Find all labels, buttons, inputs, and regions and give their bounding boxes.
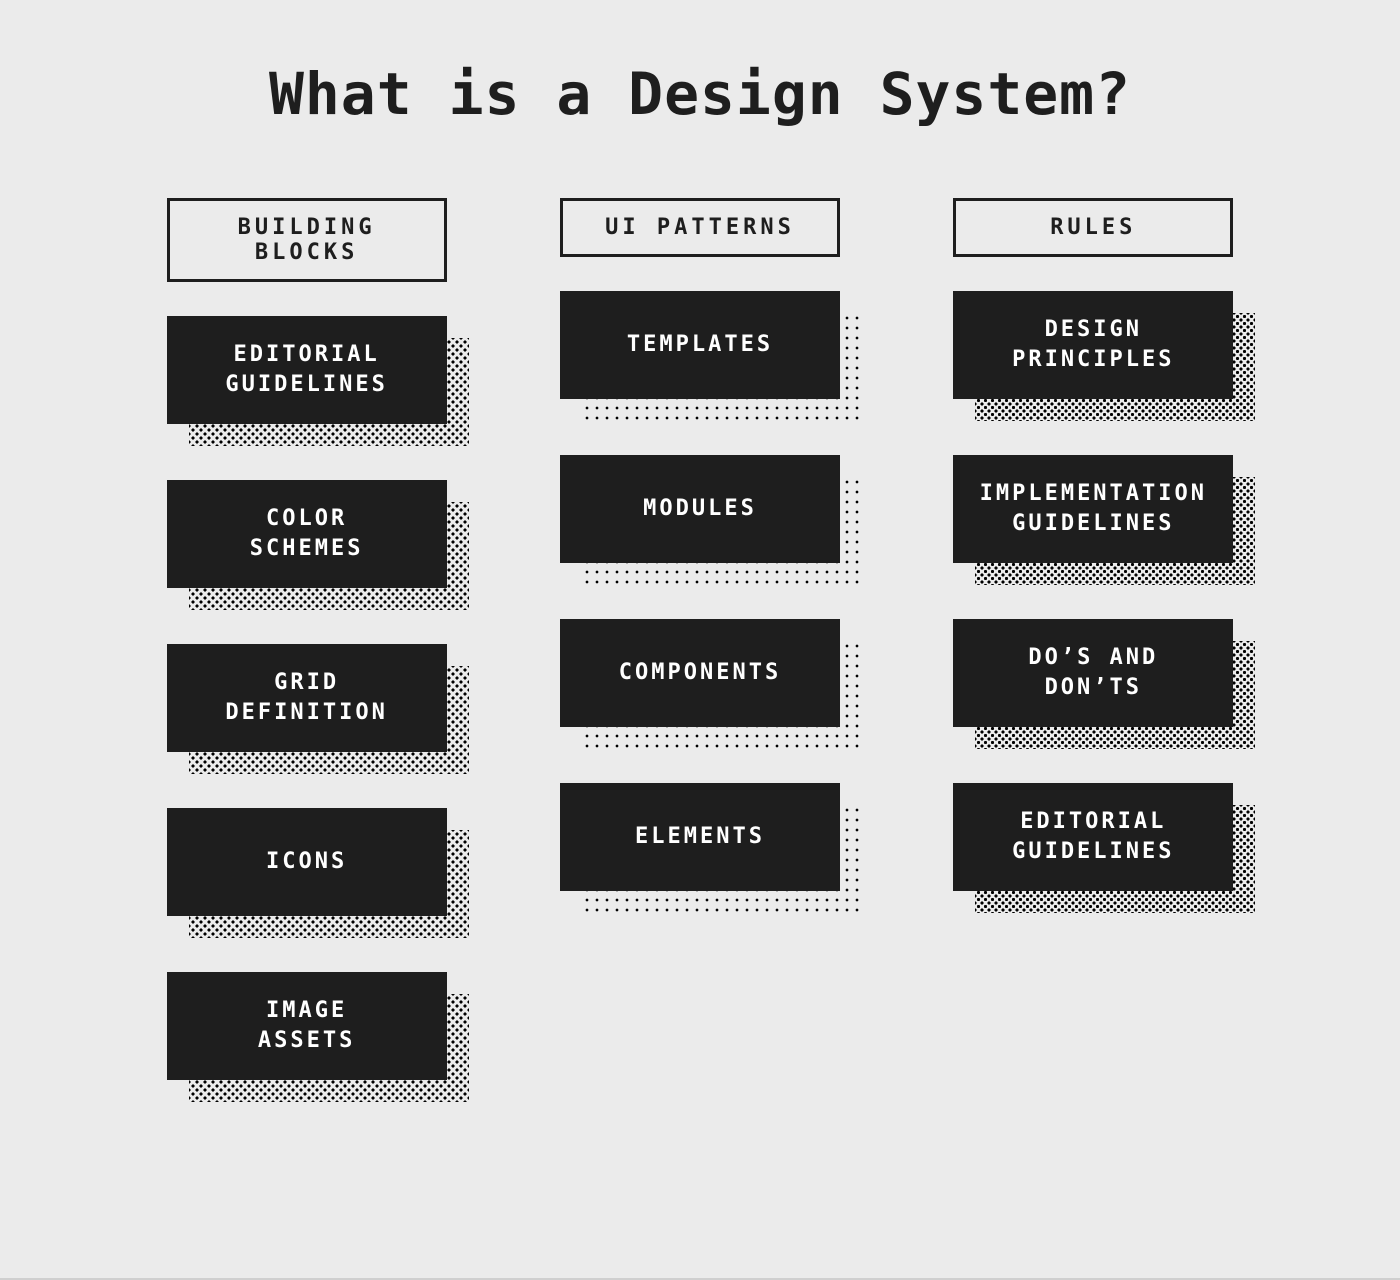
tile-label: COMPONENTS [619, 658, 781, 688]
columns-row: BUILDING BLOCKS EDITORIAL GUIDELINES COL… [140, 198, 1260, 1136]
tile: COLOR SCHEMES [167, 480, 447, 588]
column-header: UI PATTERNS [560, 198, 840, 257]
tile-face: MODULES [560, 455, 840, 563]
tile: IMPLEMENTATION GUIDELINES [953, 455, 1233, 563]
tile: GRID DEFINITION [167, 644, 447, 752]
column-header: BUILDING BLOCKS [167, 198, 447, 282]
tile-label: DESIGN PRINCIPLES [1012, 315, 1174, 374]
column-rules: RULES DESIGN PRINCIPLES IMPLEMENTATION G… [927, 198, 1260, 947]
tile-label: TEMPLATES [627, 330, 773, 360]
tile: DESIGN PRINCIPLES [953, 291, 1233, 399]
tile: IMAGE ASSETS [167, 972, 447, 1080]
tile-label: DO’S AND DON’TS [1028, 643, 1158, 702]
tile-face: EDITORIAL GUIDELINES [167, 316, 447, 424]
tile-face: COMPONENTS [560, 619, 840, 727]
tile-label: IMPLEMENTATION GUIDELINES [980, 479, 1207, 538]
tile-label: EDITORIAL GUIDELINES [225, 340, 387, 399]
tile-face: TEMPLATES [560, 291, 840, 399]
tile-face: DESIGN PRINCIPLES [953, 291, 1233, 399]
tile-face: ICONS [167, 808, 447, 916]
tile: EDITORIAL GUIDELINES [167, 316, 447, 424]
column-ui-patterns: UI PATTERNS TEMPLATES MODULES COMPONENTS [533, 198, 866, 947]
page-title: What is a Design System? [140, 60, 1260, 128]
tile-face: COLOR SCHEMES [167, 480, 447, 588]
tile: MODULES [560, 455, 840, 563]
tile-face: IMAGE ASSETS [167, 972, 447, 1080]
column-building-blocks: BUILDING BLOCKS EDITORIAL GUIDELINES COL… [140, 198, 473, 1136]
tile-face: IMPLEMENTATION GUIDELINES [953, 455, 1233, 563]
tile-label: IMAGE ASSETS [258, 996, 355, 1055]
tile-face: GRID DEFINITION [167, 644, 447, 752]
tile-face: EDITORIAL GUIDELINES [953, 783, 1233, 891]
tile-face: ELEMENTS [560, 783, 840, 891]
tile: DO’S AND DON’TS [953, 619, 1233, 727]
tile: ELEMENTS [560, 783, 840, 891]
tile: TEMPLATES [560, 291, 840, 399]
tile: EDITORIAL GUIDELINES [953, 783, 1233, 891]
tile: ICONS [167, 808, 447, 916]
tile: COMPONENTS [560, 619, 840, 727]
tile-label: GRID DEFINITION [225, 668, 387, 727]
tile-label: ELEMENTS [635, 822, 765, 852]
diagram-container: What is a Design System? BUILDING BLOCKS… [140, 0, 1260, 1136]
tile-face: DO’S AND DON’TS [953, 619, 1233, 727]
tile-label: MODULES [643, 494, 757, 524]
column-header: RULES [953, 198, 1233, 257]
tile-label: COLOR SCHEMES [250, 504, 364, 563]
tile-label: EDITORIAL GUIDELINES [1012, 807, 1174, 866]
tile-label: ICONS [266, 847, 347, 877]
